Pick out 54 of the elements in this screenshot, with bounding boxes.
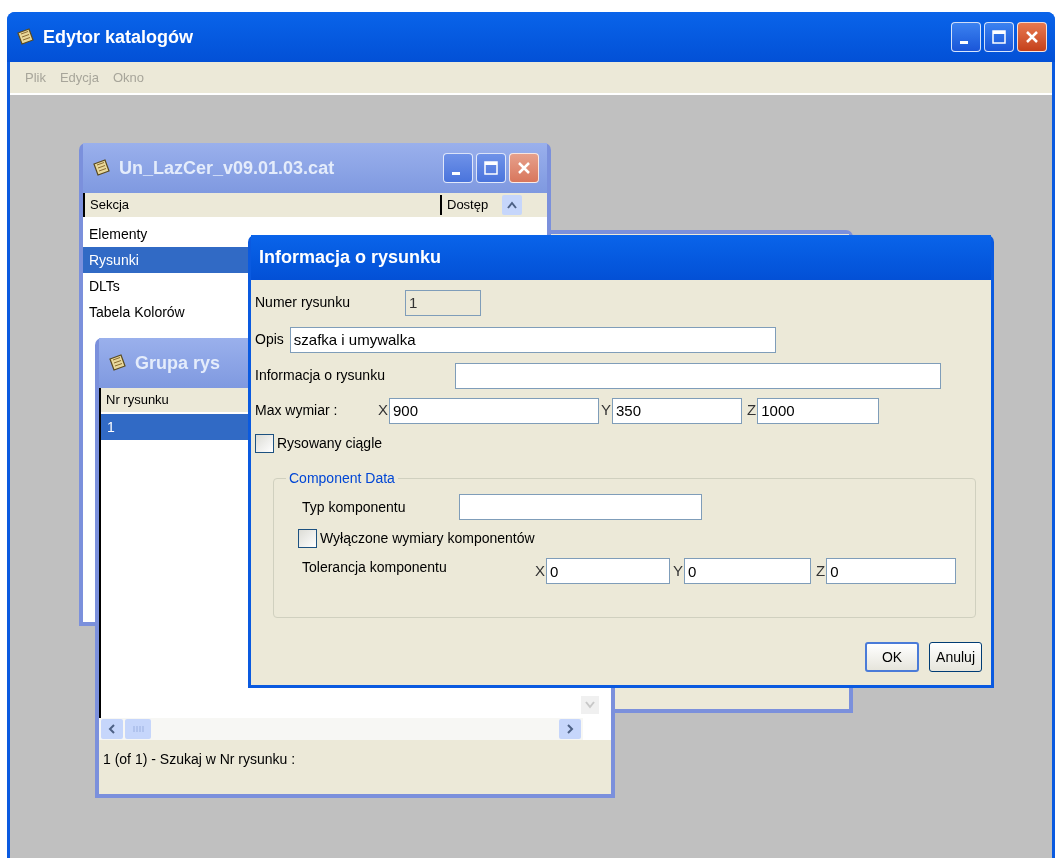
axis-label: Z — [747, 400, 757, 421]
axis-label: X — [535, 560, 545, 581]
maximize-button[interactable] — [476, 153, 506, 183]
maximize-icon — [483, 160, 499, 176]
input-field[interactable]: 1000 — [757, 397, 880, 424]
axis-label: X — [378, 400, 388, 421]
field-label: Max wymiar : — [255, 401, 339, 420]
input-field[interactable] — [459, 494, 702, 520]
close-icon — [516, 160, 532, 176]
axis-label: Y — [601, 400, 612, 421]
minimize-button[interactable] — [951, 22, 981, 52]
minimize-icon — [451, 171, 460, 175]
close-button[interactable] — [1017, 22, 1047, 52]
input-field[interactable]: 0 — [546, 558, 670, 584]
scroll-thumb[interactable] — [125, 719, 151, 739]
catalog-icon — [15, 27, 35, 47]
catalog-icon — [107, 353, 127, 373]
input-field[interactable] — [455, 362, 941, 389]
column-header[interactable]: Dostęp — [440, 195, 500, 215]
input-field[interactable]: szafka i umywalka — [289, 326, 776, 353]
close-button[interactable] — [509, 153, 539, 183]
checkbox[interactable] — [298, 528, 317, 548]
field-label: Opis — [255, 330, 284, 349]
field-label: Wyłączone wymiary komponentów — [320, 528, 535, 548]
cancel-button[interactable]: Anuluj — [929, 642, 982, 672]
axis-label: Z — [816, 560, 826, 581]
maximize-icon — [991, 29, 1007, 45]
field-label: Informacja o rysunku — [255, 366, 386, 385]
window-title: Un_LazCer_v09.01.03.cat — [119, 156, 335, 180]
column-header[interactable]: Sekcja — [85, 195, 440, 215]
field-label: Typ komponentu — [302, 497, 407, 517]
catalog-icon — [91, 158, 111, 178]
scroll-right-icon[interactable] — [559, 719, 581, 739]
horizontal-scrollbar[interactable] — [99, 718, 583, 740]
input-field[interactable]: 0 — [826, 558, 957, 584]
input-field[interactable]: 350 — [612, 397, 743, 424]
minimize-button[interactable] — [443, 153, 473, 183]
scroll-left-icon[interactable] — [101, 719, 123, 739]
scroll-up-icon[interactable] — [502, 195, 522, 215]
field-label: Rysowany ciągle — [277, 433, 383, 453]
field-label: Tolerancja komponentu — [302, 558, 448, 577]
status-text: 1 (of 1) - Szukaj w Nr rysunku : — [103, 751, 296, 767]
input-field[interactable]: 0 — [684, 558, 812, 584]
axis-label: Y — [673, 560, 684, 581]
close-icon — [1024, 29, 1040, 45]
window-title: Informacja o rysunku — [259, 246, 442, 269]
window-title: Edytor katalogów — [43, 25, 194, 49]
ok-button[interactable]: OK — [865, 642, 920, 672]
field-label: Numer rysunku — [255, 293, 351, 312]
minimize-icon — [959, 40, 968, 44]
maximize-button[interactable] — [984, 22, 1014, 52]
window-title: Grupa rys — [135, 351, 221, 375]
checkbox[interactable] — [255, 433, 274, 453]
input-field[interactable]: 900 — [389, 397, 599, 424]
